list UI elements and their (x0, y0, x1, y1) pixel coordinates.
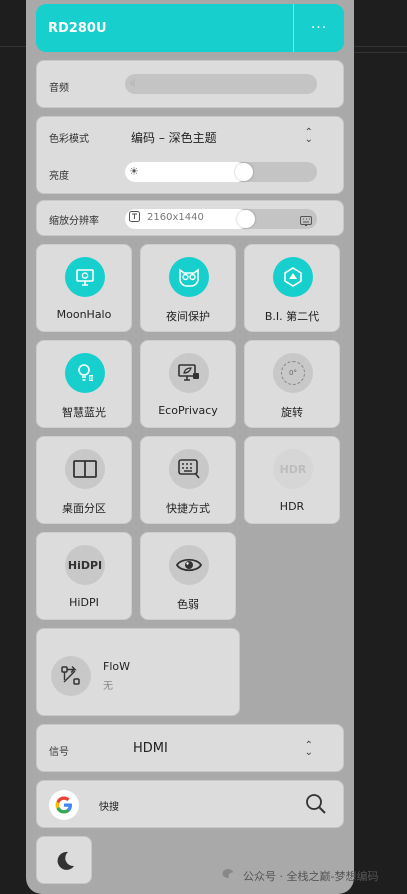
tile-label: 夜间保护 (166, 310, 210, 323)
chevron-updown-icon: ⌃ ⌄ (304, 740, 313, 758)
brightness-fill (125, 162, 247, 182)
tile-night-protection[interactable]: 夜间保护 (140, 244, 236, 332)
color-mode-select[interactable]: 编码 – 深色主题 (131, 127, 331, 147)
tile-label: 色弱 (177, 598, 199, 611)
flow-icon (51, 656, 91, 696)
tile-label: 桌面分区 (62, 502, 106, 515)
keyboard-icon (300, 212, 312, 231)
tile-color-weak[interactable]: 色弱 (140, 532, 236, 620)
more-options-button[interactable]: ··· (294, 20, 344, 36)
tile-shortcuts[interactable]: 快捷方式 (140, 436, 236, 524)
flow-title: FloW (103, 660, 130, 673)
search-card[interactable]: 快搜 (36, 780, 344, 828)
tile-label: 快捷方式 (166, 502, 210, 515)
tile-label: HiDPI (69, 596, 99, 609)
smart-bluelight-icon: B (65, 353, 105, 393)
scale-slider[interactable]: 2160x1440 (125, 209, 317, 229)
monitor-header: RD280U ··· (36, 4, 344, 52)
search-label: 快搜 (99, 802, 119, 813)
chevron-updown-icon: ⌃ ⌄ (304, 127, 313, 145)
bi-gen2-icon (273, 257, 313, 297)
tile-label: EcoPrivacy (158, 404, 218, 417)
moon-icon (53, 849, 77, 877)
tile-label: 智慧蓝光 (62, 406, 106, 419)
hdr-icon-text: HDR (279, 462, 307, 476)
watermark: 公众号 · 全栈之巅-梦想编码 (222, 868, 378, 884)
google-icon (49, 790, 79, 820)
signal-label: 信号 (49, 747, 69, 758)
dark-mode-button[interactable] (36, 836, 92, 884)
scale-value: 2160x1440 (147, 212, 204, 223)
tile-hidpi[interactable]: HiDPI HiDPI (36, 532, 132, 620)
keyboard-shortcut-icon (169, 449, 209, 489)
brightness-label: 亮度 (49, 171, 69, 182)
speaker-icon (129, 77, 139, 92)
tile-label: 旋转 (281, 406, 303, 419)
rotate-badge: 0° (289, 369, 297, 377)
hdr-icon: HDR (273, 449, 313, 489)
desktop-partition-icon (65, 449, 105, 489)
color-mode-value: 编码 – 深色主题 (131, 131, 217, 145)
background-divider-right (352, 52, 407, 53)
moonhalo-icon (65, 257, 105, 297)
audio-label: 音频 (49, 83, 69, 94)
rotate-icon: 0° (273, 353, 313, 393)
search-icon[interactable] (305, 793, 327, 819)
scale-knob[interactable] (237, 210, 255, 228)
tile-smart-bluelight[interactable]: B 智慧蓝光 (36, 340, 132, 428)
tile-desktop-partition[interactable]: 桌面分区 (36, 436, 132, 524)
signal-card[interactable]: 信号 HDMI ⌃ ⌄ (36, 724, 344, 772)
audio-slider[interactable] (125, 74, 317, 94)
brightness-knob[interactable] (235, 163, 253, 181)
monitor-title: RD280U (48, 20, 107, 36)
tile-ecoprivacy[interactable]: EcoPrivacy (140, 340, 236, 428)
tile-bi-gen2[interactable]: B.I. 第二代 (244, 244, 340, 332)
tile-label: HDR (279, 500, 305, 513)
hidpi-icon: HiDPI (65, 545, 105, 585)
scale-label: 缩放分辨率 (49, 216, 99, 227)
sun-icon: ☀ (129, 165, 139, 178)
tile-moonhalo[interactable]: MoonHalo (36, 244, 132, 332)
owl-icon (169, 257, 209, 297)
svg-text:B: B (90, 376, 94, 382)
hidpi-icon-text: HiDPI (67, 558, 103, 572)
eye-icon (169, 545, 209, 585)
flow-card[interactable]: FloW 无 (36, 628, 240, 716)
audio-card: 音频 (36, 60, 344, 108)
scale-card: 缩放分辨率 2160x1440 (36, 200, 344, 236)
signal-value: HDMI (133, 741, 168, 756)
color-mode-label: 色彩模式 (49, 134, 89, 145)
wechat-icon (222, 868, 238, 884)
ecoprivacy-icon (169, 353, 209, 393)
tile-rotate[interactable]: 0° 旋转 (244, 340, 340, 428)
text-size-icon (129, 211, 140, 225)
tile-hdr[interactable]: HDR HDR (244, 436, 340, 524)
color-mode-card: 色彩模式 编码 – 深色主题 ⌃ ⌄ 亮度 ☀ (36, 116, 344, 194)
watermark-text: 公众号 · 全栈之巅-梦想编码 (243, 870, 379, 883)
tile-label: MoonHalo (56, 308, 112, 321)
flow-subtitle: 无 (103, 681, 113, 692)
brightness-slider[interactable]: ☀ (125, 162, 317, 182)
tile-label: B.I. 第二代 (264, 310, 320, 323)
